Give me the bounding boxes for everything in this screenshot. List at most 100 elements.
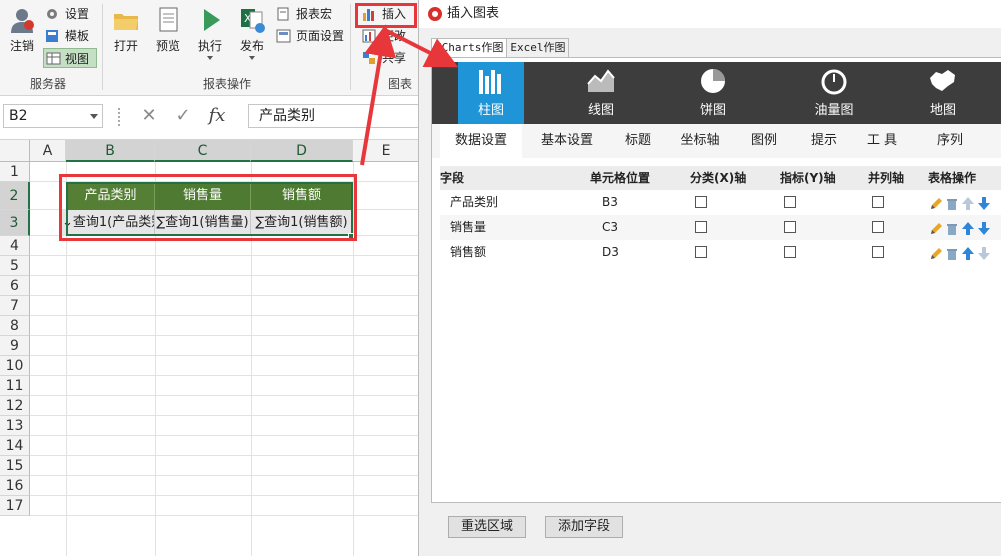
subtab-tools[interactable]: 工具 [862,124,906,158]
subtab-data-settings[interactable]: 数据设置 [440,124,522,158]
macro-button[interactable]: 报表宏 [276,4,332,24]
chart-type-bar-option[interactable]: 柱图 [458,62,524,124]
column-header-c[interactable]: C [155,140,251,162]
parallel-axis-checkbox[interactable] [872,221,884,233]
row-header-9[interactable]: 9 [0,336,30,356]
x-axis-checkbox[interactable] [695,196,707,208]
row-header-6[interactable]: 6 [0,276,30,296]
bar-chart-icon [476,66,506,96]
chevron-down-icon[interactable] [90,114,98,119]
y-axis-checkbox[interactable] [784,221,796,233]
logout-button[interactable]: 注销 [6,6,38,54]
col-field: 字段 [440,171,465,185]
row-header-12[interactable]: 12 [0,396,30,416]
dialog-title: 插入图表 [447,6,500,21]
move-down-arrow-icon[interactable] [977,245,991,260]
chart-type-gauge-option[interactable]: 油量图 [801,62,867,124]
insert-chart-dialog: 插入图表 ECharts作图 Excel作图 柱图 线图 饼图 油量图 地图 数… [418,0,1001,556]
publish-button[interactable]: X 发布 [236,6,268,60]
reselect-range-button[interactable]: 重选区域 [448,516,526,538]
y-axis-checkbox[interactable] [784,246,796,258]
delete-trash-icon[interactable] [945,195,959,210]
column-header-e[interactable]: E [353,140,420,162]
select-all-corner[interactable] [0,140,30,162]
preview-button[interactable]: 预览 [152,6,184,54]
row-header-16[interactable]: 16 [0,476,30,496]
delete-trash-icon[interactable] [945,245,959,260]
change-chart-icon [362,29,377,43]
move-up-arrow-icon[interactable] [961,220,975,235]
service-group-label: 服务器 [30,77,67,91]
column-header-b[interactable]: B [66,140,155,162]
row-header-4[interactable]: 4 [0,236,30,256]
page-setup-label: 页面设置 [296,29,345,43]
chart-type-pie-option[interactable]: 饼图 [680,62,746,124]
dialog-tabs: ECharts作图 Excel作图 [431,38,570,58]
formula-input[interactable]: 产品类别 [248,104,420,128]
edit-pencil-icon[interactable] [929,220,943,235]
row-header-17[interactable]: 17 [0,496,30,516]
edit-pencil-icon[interactable] [929,195,943,210]
folder-icon [112,6,140,34]
delete-trash-icon[interactable] [945,220,959,235]
field-cell: C3 [602,220,619,234]
col-parallel-axis: 并列轴 [868,171,905,185]
open-label: 打开 [113,39,138,53]
move-down-arrow-icon[interactable] [977,195,991,210]
field-name: 销售量 [450,220,487,234]
column-header-d[interactable]: D [251,140,353,162]
cancel-icon[interactable]: ✕ [132,104,166,128]
field-cell: D3 [602,245,619,259]
settings-button[interactable]: 设置 [45,4,89,24]
subtab-legend[interactable]: 图例 [742,124,786,158]
x-axis-checkbox[interactable] [695,221,707,233]
col-y-axis: 指标(Y)轴 [780,171,836,185]
row-header-3[interactable]: 3 [0,210,30,236]
run-button[interactable]: 执行 [194,6,226,60]
row-header-8[interactable]: 8 [0,316,30,336]
share-button[interactable]: 共享 [362,48,406,68]
move-down-arrow-icon[interactable] [977,220,991,235]
chart-type-line-option[interactable]: 线图 [568,62,634,124]
parallel-axis-checkbox[interactable] [872,246,884,258]
macro-label: 报表宏 [296,7,333,21]
col-x-axis: 分类(X)轴 [690,171,747,185]
x-axis-checkbox[interactable] [695,246,707,258]
row-header-10[interactable]: 10 [0,356,30,376]
row-header-2[interactable]: 2 [0,182,30,210]
subtab-series[interactable]: 序列 [928,124,972,158]
subtab-axis[interactable]: 坐标轴 [670,124,730,158]
row-header-1[interactable]: 1 [0,162,30,182]
open-button[interactable]: 打开 [110,6,142,54]
row-header-11[interactable]: 11 [0,376,30,396]
chart-type-map-option[interactable]: 地图 [910,62,976,124]
function-icon[interactable]: fx [200,104,234,128]
subtab-basic-settings[interactable]: 基本设置 [532,124,602,158]
page-setup-button[interactable]: 页面设置 [276,26,344,46]
tab-echarts[interactable]: ECharts作图 [431,38,508,58]
subtab-tooltip[interactable]: 提示 [802,124,846,158]
subtab-title[interactable]: 标题 [614,124,662,158]
tab-excel[interactable]: Excel作图 [506,38,570,58]
change-chart-button[interactable]: 更改 [362,26,406,46]
row-header-13[interactable]: 13 [0,416,30,436]
field-name: 销售额 [450,245,487,259]
parallel-axis-checkbox[interactable] [872,196,884,208]
template-button[interactable]: 模板 [45,26,89,46]
row-header-7[interactable]: 7 [0,296,30,316]
run-label: 执行 [197,39,222,53]
edit-pencil-icon[interactable] [929,245,943,260]
move-up-arrow-icon[interactable] [961,245,975,260]
column-header-a[interactable]: A [30,140,66,162]
publish-label: 发布 [239,39,264,53]
add-field-button[interactable]: 添加字段 [545,516,623,538]
view-button[interactable]: 视图 [43,48,97,68]
y-axis-checkbox[interactable] [784,196,796,208]
name-box[interactable]: B2 [3,104,103,128]
settings-subtabs: 数据设置 基本设置 标题 坐标轴 图例 提示 工具 序列 [432,124,1001,158]
row-header-15[interactable]: 15 [0,456,30,476]
row-header-5[interactable]: 5 [0,256,30,276]
row-header-14[interactable]: 14 [0,436,30,456]
move-up-arrow-icon[interactable] [961,195,975,210]
confirm-icon[interactable]: ✓ [166,104,200,128]
